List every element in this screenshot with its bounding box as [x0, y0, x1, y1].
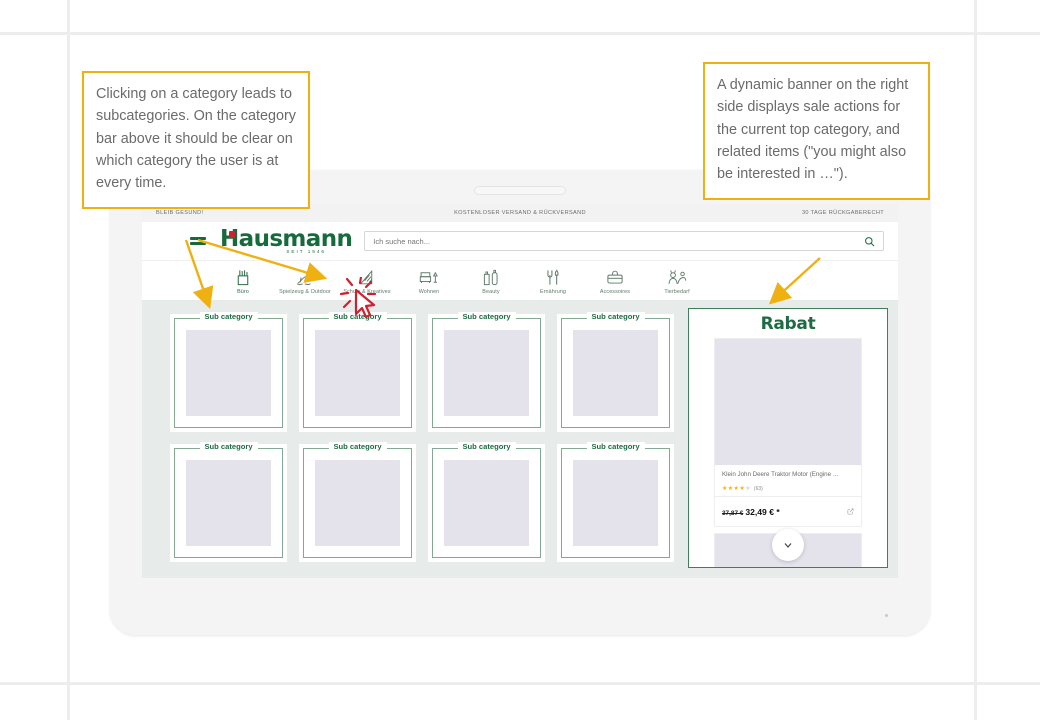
- set-square-icon: [357, 267, 377, 287]
- discount-banner-title: Rabat: [760, 314, 816, 334]
- subcategory-title: Sub category: [328, 312, 387, 321]
- subcategory-title: Sub category: [586, 442, 645, 451]
- annotation-callout-left: Clicking on a category leads to subcateg…: [82, 71, 310, 209]
- external-link-icon[interactable]: [847, 502, 854, 520]
- category-label: Accessoires: [599, 289, 631, 295]
- subcategory-title: Sub category: [586, 312, 645, 321]
- discount-banner: Rabat Klein John Deere Traktor Motor (En…: [688, 308, 888, 568]
- category-nav-bar[interactable]: Büro Spielzeug & Outdoor Schule & Kreati…: [142, 260, 898, 300]
- pets-icon: [666, 267, 688, 287]
- rating-count: (63): [753, 485, 763, 492]
- rocking-horse-icon: [294, 267, 316, 287]
- category-item-schule-kreatives[interactable]: Schule & Kreatives: [336, 267, 398, 300]
- hamburger-menu-icon[interactable]: [190, 237, 206, 245]
- category-item-buro[interactable]: Büro: [212, 267, 274, 300]
- subcategory-title: Sub category: [199, 442, 258, 451]
- category-label: Beauty: [482, 289, 500, 295]
- tablet-device-mockup: BLEIB GESUND! KOSTENLOSER VERSAND & RÜCK…: [110, 170, 930, 635]
- logo-mark-icon: [229, 230, 235, 238]
- category-label: Wohnen: [418, 289, 440, 295]
- site-logo[interactable]: Hausmann SEIT 1946: [218, 225, 353, 255]
- subcategory-title: Sub category: [328, 442, 387, 451]
- star-rating-icon: ★★★★★: [722, 485, 751, 492]
- tablet-home-indicator: [885, 614, 888, 617]
- category-item-accessoires[interactable]: Accessoires: [584, 267, 646, 300]
- subcategory-tile[interactable]: Sub category: [557, 442, 674, 562]
- subcategory-image-placeholder: [314, 329, 401, 417]
- category-item-spielzeug-outdoor[interactable]: Spielzeug & Outdoor: [274, 267, 336, 300]
- product-rating: ★★★★★ (63): [722, 486, 854, 492]
- gridline-horizontal-top: [0, 32, 1040, 35]
- search-input[interactable]: [373, 236, 864, 246]
- search-icon[interactable]: [864, 236, 875, 247]
- scroll-down-button[interactable]: [772, 529, 804, 561]
- category-item-wohnen[interactable]: Wohnen: [398, 267, 460, 300]
- product-card[interactable]: Klein John Deere Traktor Motor (Engine ……: [714, 338, 862, 527]
- logo-wordmark: Hausmann: [220, 225, 353, 252]
- gridline-vertical-left: [67, 0, 70, 720]
- subcategory-image-placeholder: [572, 459, 659, 547]
- subcategory-title: Sub category: [199, 312, 258, 321]
- pen-cup-icon: [233, 267, 253, 287]
- category-label: Ernährung: [539, 289, 567, 295]
- subcategory-title: Sub category: [457, 442, 516, 451]
- slide-canvas: BLEIB GESUND! KOSTENLOSER VERSAND & RÜCK…: [0, 0, 1040, 720]
- subcategory-tile[interactable]: Sub category: [170, 442, 287, 562]
- gridline-vertical-right: [974, 0, 977, 720]
- category-label: Tierbedarf: [664, 289, 690, 295]
- subcategory-tile[interactable]: Sub category: [557, 312, 674, 432]
- category-item-beauty[interactable]: Beauty: [460, 267, 522, 300]
- subcategory-grid: Sub category Sub category Sub category S…: [152, 308, 688, 568]
- search-bar[interactable]: [364, 231, 884, 251]
- product-price-new: 32,49 € *: [745, 506, 780, 517]
- subcategory-title: Sub category: [457, 312, 516, 321]
- annotation-callout-right: A dynamic banner on the right side displ…: [703, 62, 930, 200]
- tablet-speaker-grille: [474, 186, 566, 195]
- gridline-horizontal-bottom: [0, 682, 1040, 685]
- category-item-tierbedarf[interactable]: Tierbedarf: [646, 267, 708, 300]
- category-label: Spielzeug & Outdoor: [279, 289, 331, 295]
- product-price-row: 37,87 €32,49 € *: [715, 495, 861, 526]
- subcategory-image-placeholder: [185, 329, 272, 417]
- subcategory-tile[interactable]: Sub category: [428, 312, 545, 432]
- subcategory-tile[interactable]: Sub category: [428, 442, 545, 562]
- bag-icon: [605, 267, 625, 287]
- cutlery-icon: [544, 267, 563, 287]
- product-name: Klein John Deere Traktor Motor (Engine …: [722, 471, 839, 478]
- subcategory-image-placeholder: [443, 459, 530, 547]
- subcategory-tile[interactable]: Sub category: [299, 312, 416, 432]
- promo-item-shipping: KOSTENLOSER VERSAND & RÜCKVERSAND: [454, 210, 586, 216]
- subcategory-image-placeholder: [572, 329, 659, 417]
- tablet-screen: BLEIB GESUND! KOSTENLOSER VERSAND & RÜCK…: [142, 204, 898, 578]
- promo-item-health: BLEIB GESUND!: [156, 210, 204, 216]
- category-landing-body: Sub category Sub category Sub category S…: [142, 300, 898, 578]
- subcategory-image-placeholder: [443, 329, 530, 417]
- category-item-ernahrung[interactable]: Ernährung: [522, 267, 584, 300]
- subcategory-image-placeholder: [314, 459, 401, 547]
- subcategory-tile[interactable]: Sub category: [170, 312, 287, 432]
- category-label: Schule & Kreatives: [343, 289, 391, 295]
- subcategory-image-placeholder: [185, 459, 272, 547]
- sofa-lamp-icon: [418, 267, 440, 287]
- subcategory-tile[interactable]: Sub category: [299, 442, 416, 562]
- promo-item-returns: 30 TAGE RÜCKGABERECHT: [801, 210, 885, 216]
- product-price-old: 37,87 €: [722, 509, 744, 517]
- category-label: Büro: [237, 289, 249, 295]
- bottles-icon: [482, 267, 501, 287]
- product-image-placeholder: [715, 339, 861, 465]
- site-header: Hausmann SEIT 1946: [142, 222, 898, 260]
